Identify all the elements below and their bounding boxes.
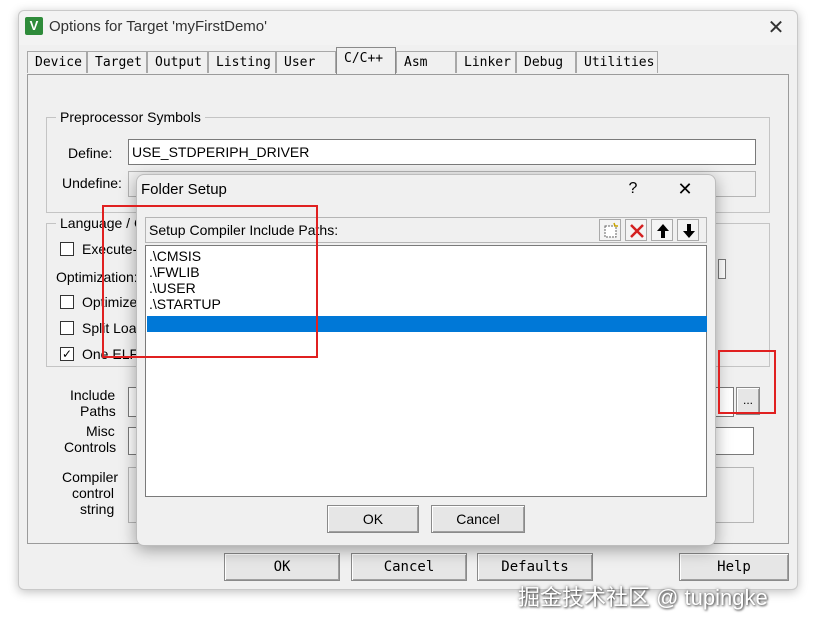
title-bar: V Options for Target 'myFirstDemo' ✕ bbox=[19, 11, 797, 45]
dialog-close-icon[interactable]: ✕ bbox=[675, 179, 695, 200]
include-label-2: Paths bbox=[80, 403, 116, 419]
defaults-button[interactable]: Defaults bbox=[477, 553, 593, 581]
new-folder-icon[interactable] bbox=[599, 219, 621, 241]
annotation-box-browse bbox=[718, 350, 776, 414]
dialog-ok-button[interactable]: OK bbox=[327, 505, 419, 533]
help-icon[interactable]: ? bbox=[625, 180, 641, 198]
tab-listing[interactable]: Listing bbox=[208, 51, 276, 73]
help-button[interactable]: Help bbox=[679, 553, 789, 581]
language-right-control[interactable] bbox=[718, 259, 726, 279]
tab-output[interactable]: Output bbox=[147, 51, 208, 73]
split-load-checkbox[interactable] bbox=[60, 321, 74, 335]
window-close-icon[interactable]: ✕ bbox=[763, 15, 789, 41]
dialog-cancel-button[interactable]: Cancel bbox=[431, 505, 525, 533]
one-elf-checkbox[interactable]: ✓ bbox=[60, 347, 74, 361]
tab-user[interactable]: User bbox=[276, 51, 336, 73]
compiler-label-1: Compiler bbox=[62, 469, 119, 485]
delete-icon[interactable] bbox=[625, 219, 647, 241]
move-down-icon[interactable] bbox=[677, 219, 699, 241]
folder-setup-title: Folder Setup bbox=[141, 181, 227, 198]
misc-label-1: Misc bbox=[86, 423, 115, 439]
preprocessor-group-label: Preprocessor Symbols bbox=[56, 109, 205, 125]
move-up-icon[interactable] bbox=[651, 219, 673, 241]
tab-asm[interactable]: Asm bbox=[396, 51, 456, 73]
tab-device[interactable]: Device bbox=[27, 51, 87, 73]
keil-app-icon: V bbox=[25, 17, 43, 35]
compiler-label-2: control bbox=[72, 485, 115, 501]
define-field[interactable]: USE_STDPERIPH_DRIVER bbox=[128, 139, 756, 165]
misc-label-2: Controls bbox=[64, 439, 117, 455]
compiler-label-3: string bbox=[80, 501, 115, 517]
tab-utilities[interactable]: Utilities bbox=[576, 51, 658, 73]
tab-c-cpp[interactable]: C/C++ bbox=[336, 47, 396, 74]
optimize-checkbox[interactable] bbox=[60, 295, 74, 309]
ok-button[interactable]: OK bbox=[224, 553, 340, 581]
tab-debug[interactable]: Debug bbox=[516, 51, 576, 73]
execute-only-checkbox[interactable] bbox=[60, 242, 74, 256]
define-label: Define: bbox=[68, 145, 113, 161]
window-title: Options for Target 'myFirstDemo' bbox=[49, 18, 268, 35]
tab-target[interactable]: Target bbox=[87, 51, 147, 73]
watermark-text: 掘金技术社区 @ tupingke bbox=[518, 585, 768, 610]
tab-linker[interactable]: Linker bbox=[456, 51, 516, 73]
cancel-button[interactable]: Cancel bbox=[351, 553, 467, 581]
undefine-label: Undefine: bbox=[62, 175, 122, 191]
include-label-1: Include bbox=[70, 387, 116, 403]
annotation-box-paths bbox=[102, 205, 318, 358]
